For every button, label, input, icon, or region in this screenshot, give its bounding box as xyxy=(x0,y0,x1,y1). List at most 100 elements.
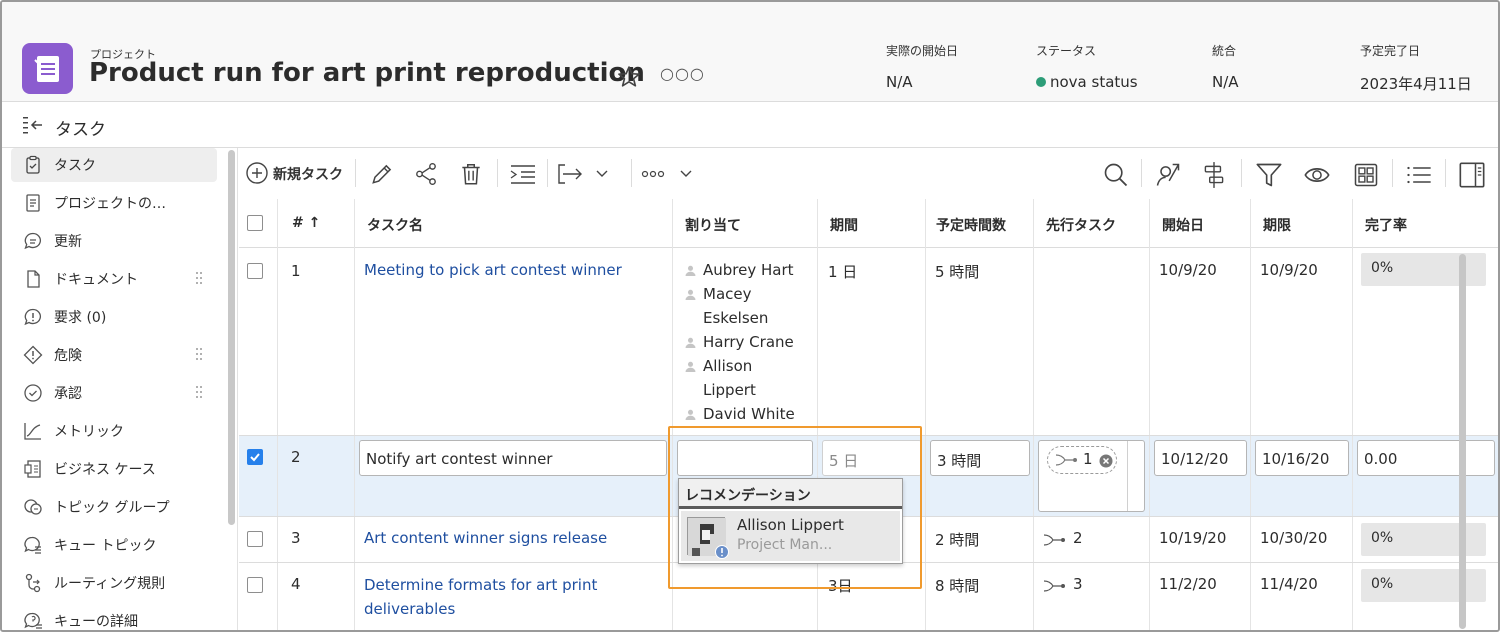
column-header-start-date[interactable]: 開始日 xyxy=(1150,199,1251,248)
grid-view-icon[interactable] xyxy=(1352,161,1380,193)
duration-value[interactable]: 1 日 xyxy=(828,261,857,282)
star-icon[interactable] xyxy=(616,64,642,94)
tasks-bar: タスク xyxy=(2,103,1498,148)
predecessor-tag[interactable]: 1 xyxy=(1047,446,1117,474)
filter-icon[interactable] xyxy=(1255,161,1283,193)
move-icon[interactable] xyxy=(557,161,613,191)
more-actions-icon[interactable] xyxy=(641,161,697,191)
task-name-input[interactable]: Notify art contest winner xyxy=(359,440,667,476)
column-header-predecessors[interactable]: 先行タスク xyxy=(1034,199,1150,248)
new-task-button[interactable] xyxy=(245,161,269,189)
start-date-value[interactable]: 10/19/20 xyxy=(1159,529,1226,547)
sidebar-item-queue-topics[interactable]: キュー トピック xyxy=(11,528,217,562)
planned-hours-input[interactable]: 3 時間 xyxy=(930,440,1030,476)
sidebar-item-label: 更新 xyxy=(54,234,82,250)
view-icon[interactable] xyxy=(1303,161,1331,193)
start-date-input[interactable]: 10/12/20 xyxy=(1154,440,1247,476)
column-header-number[interactable]: # ↑ xyxy=(278,199,355,248)
sidebar-item-requests[interactable]: 要求 (0) xyxy=(11,300,217,334)
search-icon[interactable] xyxy=(1102,161,1130,193)
queue-details-icon xyxy=(24,612,42,629)
document-icon xyxy=(26,194,40,212)
sidebar-scrollbar[interactable] xyxy=(228,150,235,525)
planned-hours-value[interactable]: 2 時間 xyxy=(935,529,979,550)
percent-complete-field[interactable]: 0% xyxy=(1361,523,1486,556)
assignee[interactable]: Macey xyxy=(673,282,818,306)
column-header-due-date[interactable]: 期限 xyxy=(1251,199,1353,248)
sidebar-item-documents[interactable]: ドキュメント xyxy=(11,262,217,296)
tasks-title: タスク xyxy=(55,120,106,140)
recommendation-item[interactable]: Allison Lippert Project Man... xyxy=(681,511,900,561)
due-date-input[interactable]: 10/16/20 xyxy=(1255,440,1349,476)
percent-complete-input[interactable]: 0.00 xyxy=(1357,440,1495,476)
sidebar-item-label: 承認 xyxy=(54,386,82,402)
table-row[interactable]: 1 Meeting to pick art contest winner Aub… xyxy=(239,248,1498,436)
align-icon[interactable] xyxy=(1201,161,1227,193)
indent-icon[interactable] xyxy=(509,161,537,191)
start-date-value[interactable]: 11/2/20 xyxy=(1159,575,1217,593)
column-header-percent-complete[interactable]: 完了率 xyxy=(1353,199,1498,248)
row-checkbox[interactable] xyxy=(247,531,263,547)
integration-field: 統合 N/A xyxy=(1212,42,1239,91)
task-name-link[interactable]: Art content winner signs release xyxy=(364,526,607,550)
sidebar-item-project-details[interactable]: プロジェクトの… xyxy=(11,186,217,220)
list-view-icon[interactable] xyxy=(1405,161,1433,193)
remove-tag-icon[interactable] xyxy=(1099,454,1113,468)
new-task-label[interactable]: 新規タスク xyxy=(273,164,343,184)
collapse-panel-icon[interactable] xyxy=(22,115,46,139)
sidebar-item-topic-groups[interactable]: トピック グループ xyxy=(11,490,217,524)
sidebar-item-business-case[interactable]: ビジネス ケース xyxy=(11,452,217,486)
drag-handle-icon[interactable] xyxy=(195,347,203,361)
task-name-link[interactable]: Meeting to pick art contest winner xyxy=(364,258,622,282)
sidebar-item-approvals[interactable]: 承認 xyxy=(11,376,217,410)
column-header-task-name[interactable]: タスク名 xyxy=(355,199,673,248)
column-header-assignments[interactable]: 割り当て xyxy=(673,199,818,248)
panel-icon[interactable] xyxy=(1458,161,1486,193)
sidebar-item-updates[interactable]: 更新 xyxy=(11,224,217,258)
sidebar-item-tasks[interactable]: タスク xyxy=(11,148,217,182)
column-header-planned-hours[interactable]: 予定時間数 xyxy=(926,199,1034,248)
assignee-continued[interactable]: Eskelsen xyxy=(673,306,818,330)
assign-icon[interactable] xyxy=(1154,161,1182,193)
assignee[interactable]: Harry Crane xyxy=(673,330,818,354)
planned-hours-value[interactable]: 8 時間 xyxy=(935,575,979,596)
predecessor-value[interactable]: 3 xyxy=(1073,575,1083,593)
planned-hours-value[interactable]: 5 時間 xyxy=(935,261,979,282)
row-checkbox[interactable] xyxy=(247,263,263,279)
due-date-value[interactable]: 11/4/20 xyxy=(1260,575,1318,593)
edit-icon[interactable] xyxy=(369,161,395,191)
share-icon[interactable] xyxy=(413,161,439,191)
grid-scrollbar[interactable] xyxy=(1459,254,1466,629)
actual-start-field: 実際の開始日 N/A xyxy=(886,42,958,91)
delete-icon[interactable] xyxy=(458,161,484,191)
task-name-link[interactable]: Determine formats for art print delivera… xyxy=(364,573,597,621)
sidebar-item-routing-rules[interactable]: ルーティング規則 xyxy=(11,566,217,600)
sidebar-item-risks[interactable]: 危険 xyxy=(11,338,217,372)
percent-complete-field[interactable]: 0% xyxy=(1361,569,1486,602)
more-options-icon[interactable]: ○○○ xyxy=(660,64,705,83)
add-circle-icon xyxy=(246,162,268,184)
assignee[interactable]: Allison xyxy=(673,354,818,378)
start-date-value[interactable]: 10/9/20 xyxy=(1159,261,1217,279)
status-field[interactable]: ステータス nova status xyxy=(1036,42,1138,91)
predecessor-icon xyxy=(1043,580,1065,592)
drag-handle-icon[interactable] xyxy=(195,271,203,285)
predecessor-value[interactable]: 2 xyxy=(1073,529,1083,547)
row-number: 3 xyxy=(291,529,301,547)
select-all-checkbox[interactable] xyxy=(247,215,263,231)
due-date-value[interactable]: 10/9/20 xyxy=(1260,261,1318,279)
assignee-continued[interactable]: Lippert xyxy=(673,378,818,402)
assignee[interactable]: David White xyxy=(673,402,818,426)
person-icon xyxy=(685,361,696,372)
sidebar-item-queue-details[interactable]: キューの詳細 xyxy=(11,604,217,630)
column-header-duration[interactable]: 期間 xyxy=(818,199,926,248)
percent-complete-field[interactable]: 0% xyxy=(1361,253,1486,286)
row-checkbox-checked[interactable] xyxy=(247,449,263,465)
predecessor-icon xyxy=(1055,454,1077,466)
predecessor-input[interactable]: 1 xyxy=(1038,440,1145,512)
row-checkbox[interactable] xyxy=(247,577,263,593)
assignee[interactable]: Aubrey Hart xyxy=(673,258,818,282)
drag-handle-icon[interactable] xyxy=(195,385,203,399)
sidebar-item-metrics[interactable]: メトリック xyxy=(11,414,217,448)
due-date-value[interactable]: 10/30/20 xyxy=(1260,529,1327,547)
